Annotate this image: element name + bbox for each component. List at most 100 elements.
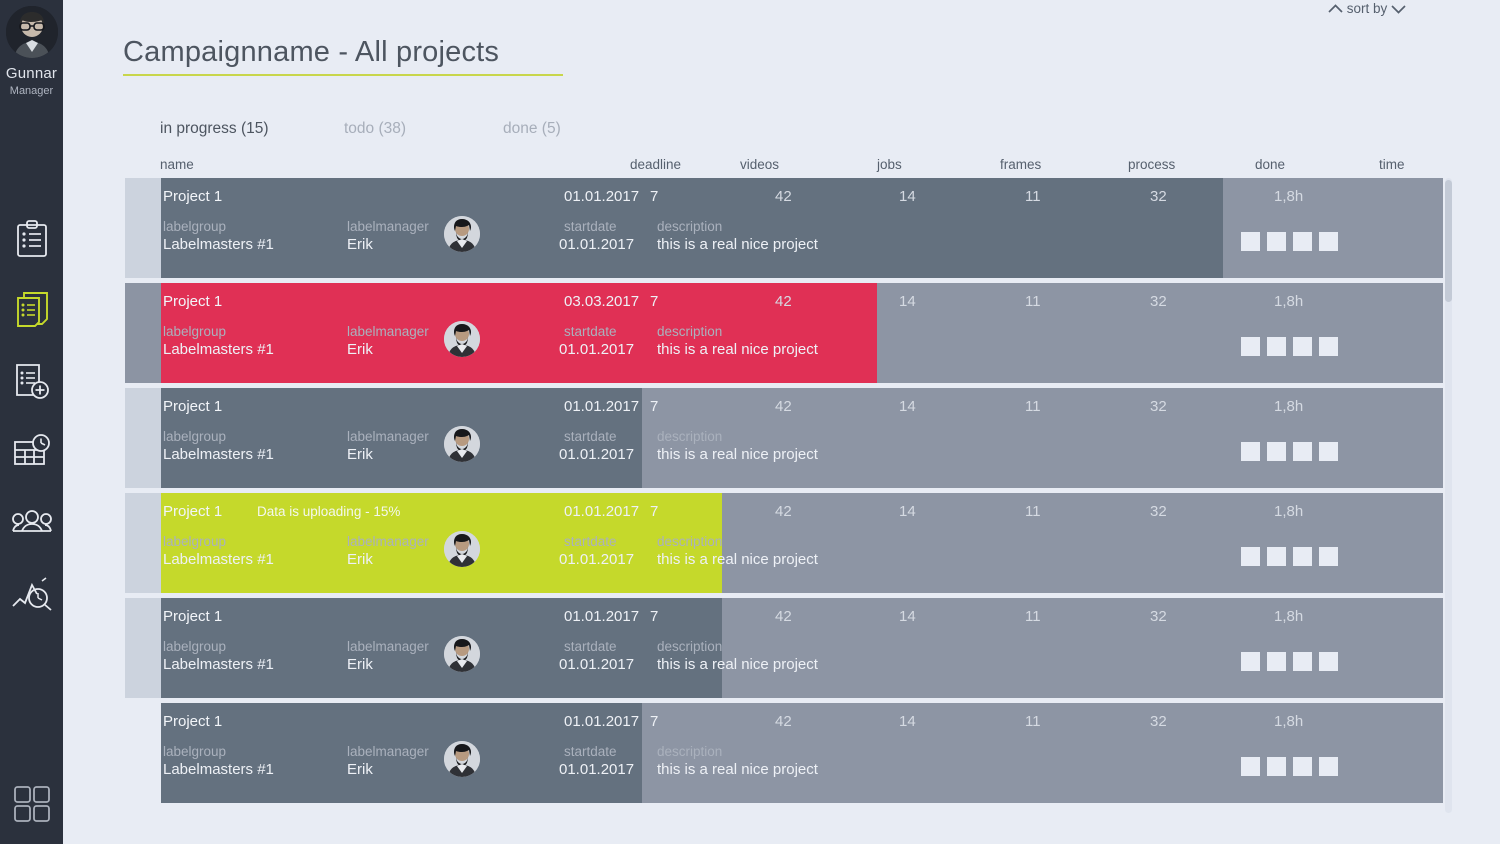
row-videos: 7 — [650, 503, 659, 520]
time-block[interactable] — [1241, 232, 1260, 251]
row-labelgroup-label: labelgroup — [163, 429, 227, 444]
column-header-time[interactable]: time — [1379, 157, 1405, 172]
sort-by-label: sort by — [1346, 1, 1388, 16]
row-upload-status: Data is uploading - 15% — [257, 504, 401, 519]
row-project-title: Project 1 — [163, 188, 223, 205]
sidebar-item-analytics[interactable] — [0, 558, 63, 629]
row-project-title: Project 1 — [163, 503, 223, 520]
sidebar-item-add-document[interactable] — [0, 345, 63, 416]
time-block[interactable] — [1267, 442, 1286, 461]
sort-by-control[interactable]: sort by — [1328, 1, 1406, 16]
row-labelgroup-label: labelgroup — [163, 534, 227, 549]
row-labelmanager-value: Erik — [347, 236, 373, 253]
row-frames: 14 — [899, 713, 916, 730]
time-block[interactable] — [1293, 652, 1312, 671]
sidebar-item-team[interactable] — [0, 487, 63, 558]
table-row[interactable]: Project 1 labelgroup Labelmasters #1 labelm… — [125, 388, 1443, 488]
chevron-up-icon[interactable] — [1328, 4, 1343, 14]
table-row[interactable]: Project 1 labelgroup Labelmasters #1 labelm… — [125, 178, 1443, 278]
sidebar-item-apps[interactable] — [0, 786, 63, 822]
row-labelmanager-label: labelmanager — [347, 639, 429, 654]
time-block[interactable] — [1241, 757, 1260, 776]
row-labelgroup-label: labelgroup — [163, 744, 227, 759]
time-block[interactable] — [1293, 547, 1312, 566]
row-time: 1,8h — [1274, 503, 1304, 520]
time-block[interactable] — [1319, 232, 1338, 251]
time-block[interactable] — [1267, 547, 1286, 566]
time-block[interactable] — [1267, 232, 1286, 251]
time-block[interactable] — [1293, 337, 1312, 356]
row-startdate-value: 01.01.2017 — [559, 656, 635, 673]
time-block[interactable] — [1293, 757, 1312, 776]
column-header-videos[interactable]: videos — [740, 157, 779, 172]
row-done: 32 — [1150, 188, 1167, 205]
row-labelmanager-label: labelmanager — [347, 429, 429, 444]
time-block[interactable] — [1319, 547, 1338, 566]
tab-todo[interactable]: todo (38) — [344, 120, 406, 138]
page-title: Campaignname - All projects — [123, 36, 500, 68]
tab-done[interactable]: done (5) — [503, 120, 561, 138]
sidebar-item-clipboard[interactable] — [0, 203, 63, 274]
table-row[interactable]: Project 1 labelgroup Labelmasters #1 labelm… — [125, 598, 1443, 698]
time-block[interactable] — [1293, 442, 1312, 461]
row-labelgroup-label: labelgroup — [163, 639, 227, 654]
row-deadline: 01.01.2017 — [564, 503, 640, 520]
row-time-blocks — [1241, 652, 1338, 671]
row-status-strip — [125, 178, 161, 278]
row-deadline: 03.03.2017 — [564, 293, 640, 310]
column-header-process[interactable]: process — [1128, 157, 1175, 172]
document-add-icon — [15, 363, 49, 399]
table-row[interactable]: Project 1 Data is uploading - 15% labelgro… — [125, 493, 1443, 593]
column-header-deadline[interactable]: deadline — [630, 157, 681, 172]
row-startdate-label: startdate — [564, 639, 617, 654]
table-row[interactable]: Project 1 labelgroup Labelmasters #1 labelm… — [125, 283, 1443, 383]
row-project-title: Project 1 — [163, 398, 223, 415]
sidebar-item-documents[interactable] — [0, 274, 63, 345]
column-header-name[interactable]: name — [160, 157, 194, 172]
row-body: Project 1 labelgroup Labelmasters #1 labelm… — [161, 283, 1443, 383]
time-block[interactable] — [1319, 337, 1338, 356]
row-startdate-label: startdate — [564, 534, 617, 549]
row-startdate-label: startdate — [564, 429, 617, 444]
row-description-label: description — [657, 534, 723, 549]
time-block[interactable] — [1241, 442, 1260, 461]
table-row[interactable]: Project 1 labelgroup Labelmasters #1 labelm… — [125, 703, 1443, 803]
time-block[interactable] — [1319, 652, 1338, 671]
user-profile[interactable] — [5, 6, 58, 58]
row-project-title: Project 1 — [163, 293, 223, 310]
title-underline — [123, 74, 563, 76]
time-block[interactable] — [1293, 232, 1312, 251]
row-labelgroup-value: Labelmasters #1 — [163, 761, 274, 778]
avatar — [5, 6, 58, 58]
row-done: 32 — [1150, 398, 1167, 415]
sidebar-item-schedule[interactable] — [0, 416, 63, 487]
row-body: Project 1 Data is uploading - 15% labelgro… — [161, 493, 1443, 593]
row-labelgroup-label: labelgroup — [163, 219, 227, 234]
row-manager-avatar — [444, 531, 480, 567]
column-header-frames[interactable]: frames — [1000, 157, 1041, 172]
scrollbar-thumb[interactable] — [1445, 180, 1452, 302]
row-jobs: 42 — [775, 398, 792, 415]
time-block[interactable] — [1267, 652, 1286, 671]
time-block[interactable] — [1241, 547, 1260, 566]
time-block[interactable] — [1241, 337, 1260, 356]
column-header-jobs[interactable]: jobs — [877, 157, 902, 172]
main-content: Campaignname - All projects in progress … — [63, 0, 1500, 844]
row-manager-avatar — [444, 216, 480, 252]
row-videos: 7 — [650, 188, 659, 205]
row-deadline: 01.01.2017 — [564, 713, 640, 730]
row-videos: 7 — [650, 293, 659, 310]
row-startdate-value: 01.01.2017 — [559, 236, 635, 253]
tab-in-progress[interactable]: in progress (15) — [160, 120, 269, 138]
time-block[interactable] — [1241, 652, 1260, 671]
time-block[interactable] — [1267, 337, 1286, 356]
row-frames: 14 — [899, 503, 916, 520]
row-labelgroup-value: Labelmasters #1 — [163, 551, 274, 568]
row-startdate-label: startdate — [564, 744, 617, 759]
time-block[interactable] — [1319, 757, 1338, 776]
time-block[interactable] — [1319, 442, 1338, 461]
row-time: 1,8h — [1274, 188, 1304, 205]
time-block[interactable] — [1267, 757, 1286, 776]
chevron-down-icon[interactable] — [1391, 4, 1406, 15]
column-header-done[interactable]: done — [1255, 157, 1285, 172]
